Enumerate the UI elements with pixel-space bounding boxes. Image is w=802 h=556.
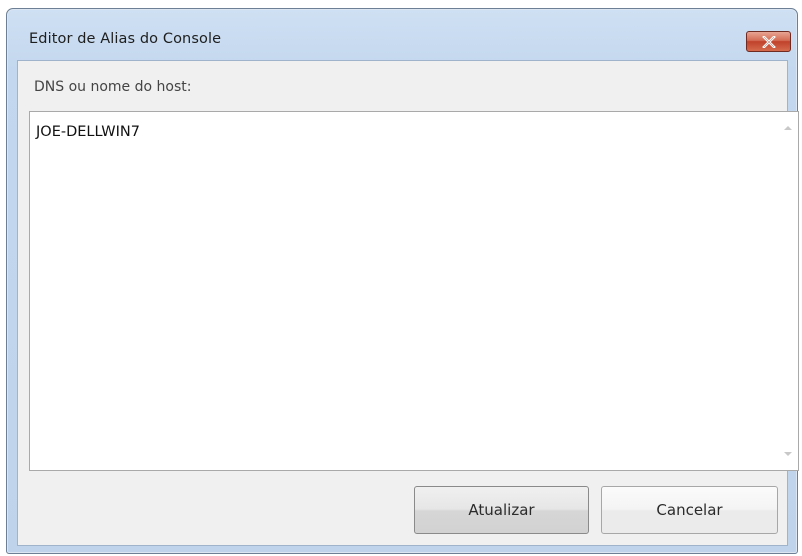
update-button[interactable]: Atualizar	[414, 486, 589, 534]
dialog-window: Editor de Alias do Console DNS ou nome d…	[6, 8, 799, 554]
close-button[interactable]	[746, 31, 791, 52]
cancel-button[interactable]: Cancelar	[601, 486, 778, 534]
chevron-down-icon	[784, 452, 792, 456]
host-input[interactable]: JOE-DELLWIN7	[30, 112, 778, 470]
scroll-up-button[interactable]	[778, 118, 798, 138]
vertical-scrollbar[interactable]	[778, 112, 798, 470]
title-bar[interactable]: Editor de Alias do Console	[7, 9, 797, 61]
dialog-content: DNS ou nome do host: JOE-DELLWIN7 Atuali…	[17, 60, 799, 546]
host-label: DNS ou nome do host:	[34, 79, 192, 95]
host-textbox[interactable]: JOE-DELLWIN7	[29, 111, 799, 471]
close-icon	[761, 35, 776, 48]
chevron-up-icon	[784, 126, 792, 130]
scroll-down-button[interactable]	[778, 444, 798, 464]
window-title: Editor de Alias do Console	[29, 31, 222, 47]
